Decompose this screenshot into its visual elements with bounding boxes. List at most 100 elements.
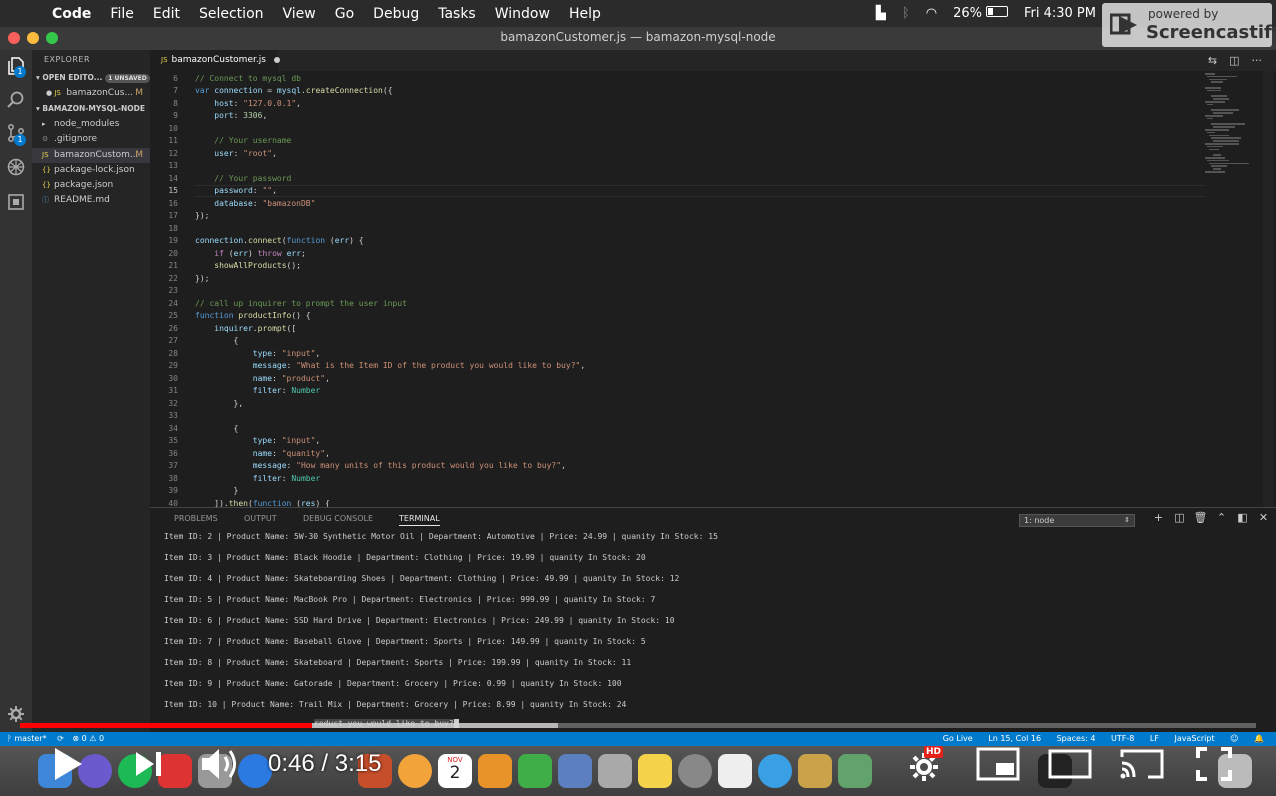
minimap-line [1205,143,1239,145]
code-line: 39 } [150,485,1200,498]
menu-tasks[interactable]: Tasks [438,6,476,22]
file-item-node-modules[interactable]: ▸ node_modules [32,117,150,132]
open-editors-section[interactable]: ▾ OPEN EDITO... 1 UNSAVED [32,70,150,85]
minimap[interactable] [1205,71,1261,181]
video-progress-bar[interactable] [20,723,1256,728]
close-panel-icon[interactable]: ✕ [1253,511,1274,524]
battery-status[interactable]: 26% [953,6,1008,21]
file-item-readme[interactable]: ⓘ README.md [32,193,150,208]
code-token: mysql [276,86,301,95]
play-icon[interactable] [52,746,84,782]
minimap-line [1209,134,1229,137]
terminal-select[interactable]: 1: node ⇕ [1019,514,1135,527]
file-item-gitignore[interactable]: ⚙ .gitignore [32,132,150,147]
code-line: 29 message: "What is the Item ID of the … [150,360,1200,373]
terminal-line: Item ID: 4 | Product Name: Skateboarding… [164,574,680,583]
line-number: 13 [168,161,178,170]
wifi-icon[interactable]: ◠ [926,6,937,21]
code-line: 38 filter: Number [150,473,1200,486]
more-actions-icon[interactable]: ··· [1252,54,1263,67]
theater-mode-icon[interactable] [1048,749,1092,779]
code-line: 9 port: 3306, [150,110,1200,123]
split-editor-icon[interactable]: ◫ [1229,54,1239,67]
line-number: 11 [168,136,178,145]
code-token: ( [223,248,234,258]
maximize-panel-icon[interactable]: ◧ [1232,511,1253,524]
line-number: 15 [168,186,178,195]
menu-window[interactable]: Window [495,6,550,22]
code-line: 26 inquirer.prompt([ [150,323,1200,336]
tab-debug-console[interactable]: DEBUG CONSOLE [303,514,373,523]
cast-icon[interactable] [1120,747,1164,781]
minimap-line [1211,109,1239,111]
code-line: 25 function productInfo() { [150,310,1200,323]
code-token: prompt [257,323,287,333]
tab-problems[interactable]: PROBLEMS [174,514,218,523]
window-manager-icon[interactable]: ▙ [876,6,886,21]
new-terminal-icon[interactable]: + [1148,511,1169,524]
miniplayer-icon[interactable] [976,747,1020,781]
file-label: package.json [54,180,114,190]
file-item-package-json[interactable]: {} package.json [32,178,150,193]
next-video-icon[interactable] [134,750,164,778]
minimap-line [1205,87,1221,89]
volume-icon[interactable] [200,746,242,782]
menu-view[interactable]: View [283,6,316,22]
code-token: function [252,498,292,508]
debug-icon[interactable] [6,157,26,177]
fullscreen-icon[interactable] [1196,747,1232,781]
code-token: name [252,373,273,383]
code-token: // Connect to mysql db [195,73,301,83]
code-token: { [195,336,239,345]
editor-tab[interactable]: JS bamazonCustomer.js [150,50,280,71]
code-token: , [262,111,268,120]
open-editors-label: OPEN EDITO... [42,73,103,82]
minimap-line [1207,75,1237,78]
code-line: 37 message: "How many units of this prod… [150,460,1200,473]
line-number: 40 [168,498,178,508]
project-section[interactable]: ▾ BAMAZON-MYSQL-NODE [32,101,150,116]
code-token: : [272,436,282,445]
menu-code[interactable]: Code [52,6,91,22]
open-editor-item[interactable]: ● JS bamazonCus... M [32,86,150,101]
split-terminal-icon[interactable]: ◫ [1169,511,1190,524]
minimap-line [1211,137,1241,139]
code-token: function [286,236,326,245]
code-editor[interactable]: 6 // Connect to mysql db 7 var connection =… [150,71,1276,507]
line-number: 12 [168,148,178,158]
window-title-bar: bamazonCustomer.js — bamazon-mysql-node [0,27,1276,50]
explorer-sidebar: EXPLORER ▾ OPEN EDITO... 1 UNSAVED ● JS ba… [32,50,150,732]
line-number: 9 [173,111,178,120]
tab-terminal[interactable]: TERMINAL [399,514,440,526]
line-number: 23 [168,286,178,295]
file-item-bamazoncustomer[interactable]: JS bamazonCustom... M [32,148,150,163]
menu-help[interactable]: Help [569,6,601,22]
menu-debug[interactable]: Debug [373,6,419,22]
line-number: 32 [168,398,178,408]
code-token: name [252,448,273,458]
bluetooth-icon[interactable]: ᛒ [902,6,910,21]
editor-scrollbar[interactable] [1263,71,1273,507]
menu-selection[interactable]: Selection [199,6,264,22]
code-token: ; [301,248,306,258]
line-number: 27 [168,336,178,345]
search-icon[interactable] [6,90,26,110]
settings-gear-icon[interactable] [6,704,26,724]
code-token: : [286,361,297,370]
clock[interactable]: Fri 4:30 PM [1024,6,1096,21]
code-token: "root" [243,148,273,158]
menu-go[interactable]: Go [335,6,354,22]
extensions-icon[interactable] [6,192,26,212]
chevron-up-icon[interactable]: ⌃ [1211,511,1232,524]
tab-output[interactable]: OUTPUT [244,514,277,523]
open-changes-icon[interactable]: ⇆ [1208,54,1217,67]
file-item-package-lock[interactable]: {} package-lock.json [32,163,150,178]
line-number: 16 [168,198,178,208]
menu-file[interactable]: File [110,6,133,22]
kill-terminal-icon[interactable]: 🗑 [1190,511,1211,524]
line-number: 26 [168,323,178,333]
menu-edit[interactable]: Edit [153,6,180,22]
unsaved-dot-icon[interactable] [273,56,280,63]
